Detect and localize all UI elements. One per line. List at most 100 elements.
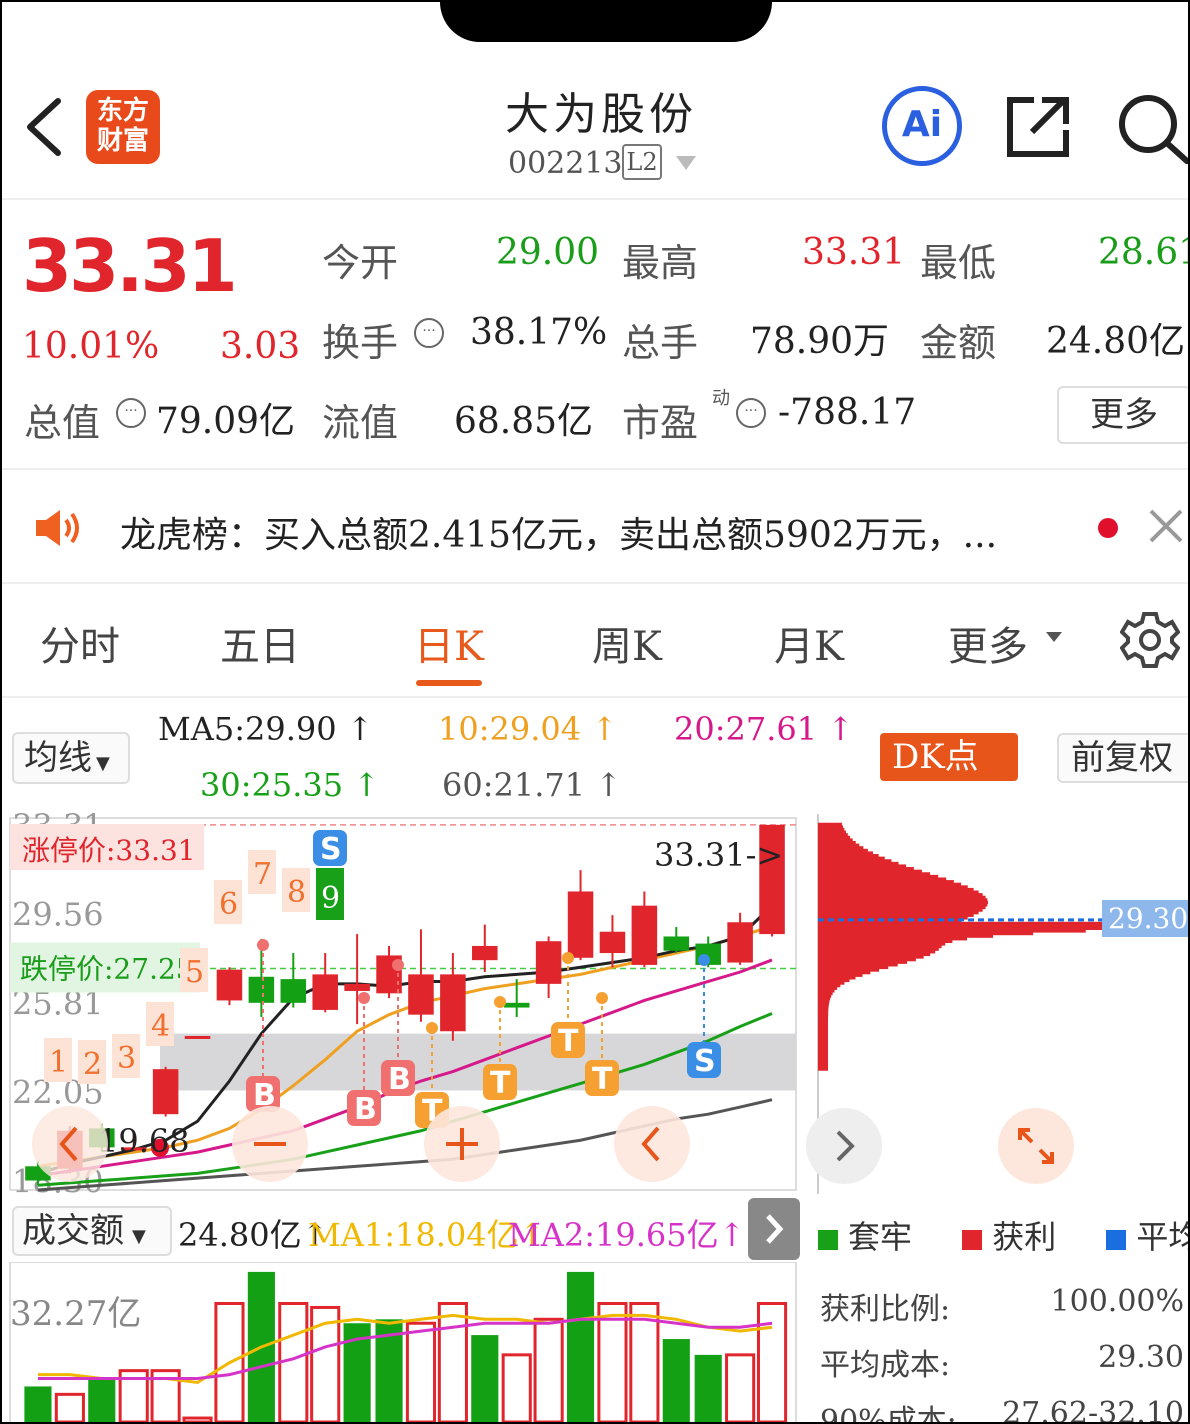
legend-average: 平均 [1106, 1218, 1190, 1256]
turnover-info-icon[interactable]: ··· [414, 318, 444, 348]
open-value: 29.00 [496, 232, 600, 273]
volume-value: 24.80亿↑ [178, 1216, 329, 1254]
adjust-price-button[interactable]: 前复权 [1057, 733, 1190, 783]
tab-daily-k[interactable]: 日K [414, 614, 484, 672]
expand-icon [1018, 1128, 1054, 1164]
amount-value: 24.80亿 [1046, 321, 1186, 362]
ai-label: Ai [901, 104, 943, 145]
ma60-text: 60:21.71 [442, 766, 586, 804]
take-profit-marker-label: T [558, 1024, 579, 1059]
legend-profit-label: 获利 [992, 1218, 1057, 1256]
signal-dot [596, 992, 608, 1004]
high-label: 最高 [622, 241, 699, 285]
share-button[interactable] [1004, 94, 1072, 160]
stock-switch-dropdown[interactable] [674, 154, 698, 172]
close-icon[interactable] [1148, 508, 1184, 544]
ma20-text: 20:27.61 [674, 710, 818, 748]
tab-five-day[interactable]: 五日 [220, 614, 300, 672]
chip-bar [818, 989, 835, 993]
candle-body [152, 1069, 179, 1115]
y-tick-label: 29.56 [12, 896, 104, 934]
chip-bar [818, 1007, 829, 1011]
chip-bar [818, 926, 1144, 930]
chip-bar [818, 992, 833, 996]
chip-bar [818, 827, 845, 831]
ma60-value: 60:21.71 ↑ [442, 766, 623, 804]
kline-chart[interactable]: 33.3129.5625.8122.0518.30涨停价:33.31跌停价:27… [0, 810, 800, 1196]
chip-bar [818, 913, 974, 917]
speaker-icon [36, 510, 79, 546]
volume-bar [725, 1353, 756, 1424]
signal-dot [698, 954, 710, 966]
chip-bar [818, 960, 908, 964]
chip-bar [818, 874, 939, 878]
chip-next-button[interactable] [806, 1108, 882, 1184]
chip-bar [818, 929, 1086, 933]
chip-bar [818, 835, 851, 839]
chip-bar [818, 999, 830, 1003]
amount-label: 金额 [920, 321, 997, 365]
chip-bar [818, 1062, 828, 1066]
chip-bar [818, 1010, 829, 1014]
chip-bar [818, 1015, 829, 1019]
dk-point-button[interactable]: DK点 [880, 733, 1018, 781]
volume-label: 总手 [622, 321, 699, 365]
cost90-row: 90%成本: 27.62-32.10 [820, 1396, 1184, 1424]
chip-bar [818, 877, 947, 881]
more-quote-button[interactable]: 更多 [1057, 386, 1190, 444]
chip-bar [818, 825, 844, 829]
chip-bar [818, 1067, 828, 1071]
turnover-value: 38.17% [470, 312, 608, 353]
share-icon [1007, 97, 1069, 157]
ma5-text: MA5:29.90 [158, 710, 337, 748]
tab-monthly-k[interactable]: 月K [774, 614, 844, 672]
signal-dot [562, 952, 574, 964]
profit-ratio-row: 获利比例: 100.00% [820, 1284, 1184, 1328]
level2-badge: L2 [622, 144, 662, 180]
chip-bar [818, 1031, 829, 1035]
volume-ma2: MA2:19.65亿↑ [508, 1216, 746, 1254]
stock-name: 大为股份 [505, 89, 697, 140]
candle-body [567, 891, 594, 958]
chevron-right-icon [766, 1214, 784, 1244]
low-label: 最低 [920, 241, 997, 285]
ma10-text: 10:29.04 [438, 710, 582, 748]
gear-icon[interactable] [1120, 610, 1180, 670]
chip-bar [818, 908, 983, 912]
notice-bar[interactable]: 龙虎榜：买入总额2.415亿元，卖出总额5902万元，... [0, 470, 1190, 582]
candle-body [440, 974, 466, 1032]
avg-cost-value: 29.30 [1098, 1340, 1184, 1375]
tab-weekly-k[interactable]: 周K [592, 614, 662, 672]
volume-bar [54, 1392, 85, 1424]
high-value: 33.31 [802, 232, 906, 273]
notice-text: 龙虎榜：买入总额2.415亿元，卖出总额5902万元，... [120, 515, 998, 556]
chip-bar [818, 1044, 829, 1048]
seq-number-label: 2 [83, 1047, 102, 1082]
expand-button[interactable] [998, 1108, 1074, 1184]
signal-dot [257, 939, 269, 951]
float-label: 流值 [322, 401, 399, 445]
signal-dot [358, 992, 370, 1004]
chip-bar [818, 953, 931, 957]
back-button[interactable] [20, 95, 70, 159]
chip-bar [818, 958, 916, 962]
indicator-selector[interactable]: 均线 ▼ [12, 732, 130, 784]
tab-more[interactable]: 更多 [948, 614, 1028, 672]
chip-bar [818, 1020, 829, 1024]
search-button[interactable] [1116, 92, 1190, 165]
last-price-label: 33.31-> [654, 836, 783, 874]
triangle-down-icon [1046, 632, 1062, 642]
pe-info-icon[interactable]: ··· [736, 398, 766, 428]
volume-panel-next[interactable] [748, 1198, 800, 1260]
mktcap-label: 总值 [24, 401, 101, 445]
ai-button[interactable]: Ai [882, 86, 962, 166]
chip-bar [818, 1013, 829, 1017]
volume-indicator-selector[interactable]: 成交额 ▼ [12, 1206, 172, 1256]
chip-bar [818, 900, 988, 904]
chip-bar [818, 893, 983, 897]
cost90-label: 90%成本: [820, 1404, 957, 1424]
seq-number-label: 4 [151, 1009, 170, 1044]
tab-intraday[interactable]: 分时 [40, 614, 120, 672]
volume-bar [694, 1354, 722, 1422]
mktcap-info-icon[interactable]: ··· [116, 398, 146, 428]
